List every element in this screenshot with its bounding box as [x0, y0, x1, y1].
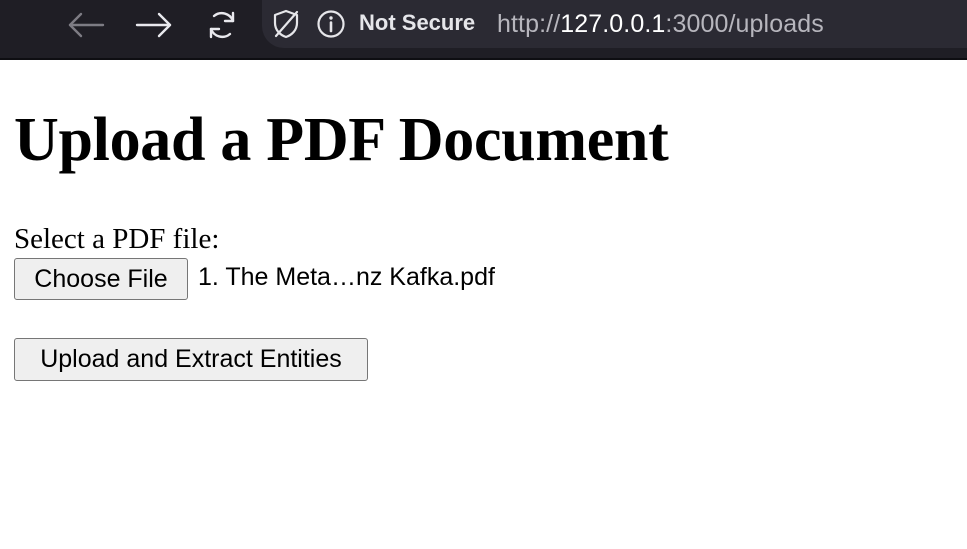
arrow-right-icon [135, 12, 172, 38]
forward-button[interactable] [134, 8, 174, 42]
browser-toolbar: Not Secure http://127.0.0.1:3000/uploads [0, 0, 967, 60]
info-icon [317, 10, 345, 38]
url-scheme: http:// [497, 10, 561, 38]
reload-icon [209, 11, 235, 39]
url-path: :3000/uploads [665, 10, 824, 38]
reload-button[interactable] [202, 8, 242, 42]
file-input-label: Select a PDF file: [14, 223, 220, 255]
url-host: 127.0.0.1 [560, 10, 666, 38]
address-bar[interactable]: Not Secure http://127.0.0.1:3000/uploads [262, 0, 967, 48]
selected-file-name: 1. The Meta…nz Kafka.pdf [198, 263, 495, 291]
back-button[interactable] [66, 8, 106, 42]
shield-slash-icon [273, 9, 299, 39]
arrow-left-icon [68, 12, 105, 38]
choose-file-button[interactable]: Choose File [14, 258, 188, 300]
site-info-button[interactable] [316, 9, 346, 44]
url-text[interactable]: http://127.0.0.1:3000/uploads [497, 10, 824, 39]
tracking-protection-button[interactable] [272, 9, 300, 44]
page-title: Upload a PDF Document [14, 106, 669, 174]
security-status-label[interactable]: Not Secure [359, 10, 475, 36]
upload-extract-button[interactable]: Upload and Extract Entities [14, 338, 368, 381]
